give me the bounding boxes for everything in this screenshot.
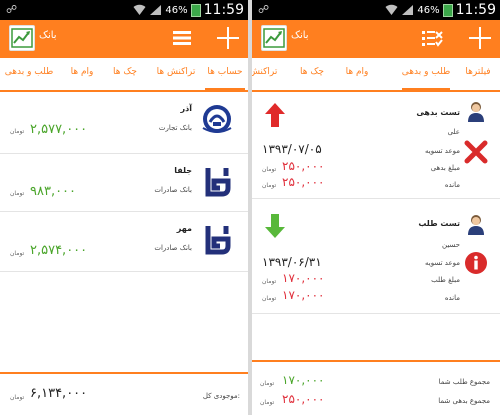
arrow-down-icon [265, 214, 285, 238]
checklist-icon [422, 31, 443, 47]
app-bar: بانک [0, 20, 248, 58]
total-label: موجودی کل: [202, 392, 240, 400]
remain-label: مانده [444, 181, 460, 189]
signal-icon [401, 4, 414, 16]
amount-label: مبلغ طلب [431, 276, 460, 284]
debt-total: ۲۵۰,۰۰۰ [282, 392, 325, 406]
list-icon [173, 31, 191, 45]
arrow-up-icon [265, 103, 285, 127]
total-unit: تومان [10, 394, 25, 401]
account-name: مهر [176, 224, 192, 233]
accounts-screen: ☍ 46% 11:59 بانک حساب ها تراکنش ها چک ها… [0, 0, 248, 415]
screens: ☍ 46% 11:59 بانک حساب ها تراکنش ها چک ها… [0, 0, 500, 415]
battery-percent: 46% [417, 4, 440, 16]
debt-item[interactable]: تست بدهی علی موعد تسویه ۱۳۹۳/۰۷/۰۵ مبلغ … [252, 92, 500, 199]
debt-item[interactable]: تست طلب حسین موعد تسویه ۱۳۹۳/۰۶/۳۱ مبلغ … [252, 199, 500, 314]
saderat-logo [201, 223, 233, 255]
item-title: تست بدهی [416, 108, 460, 117]
due-date: ۱۳۹۳/۰۷/۰۵ [262, 142, 322, 156]
debt-unit: تومان [260, 399, 275, 406]
account-balance: ۲,۵۷۴,۰۰۰ [30, 243, 88, 258]
amount-unit: تومان [262, 166, 277, 173]
bank-name: بانک صادرات [154, 244, 192, 252]
account-balance: ۲,۵۷۷,۰۰۰ [30, 122, 88, 137]
app-title: بانک [291, 30, 309, 41]
tab-checks[interactable]: چک ها [300, 67, 324, 77]
bank-name: بانک تجارت [158, 124, 192, 132]
amount-unit: تومان [10, 190, 25, 197]
add-button[interactable] [466, 24, 494, 52]
checklist-button[interactable] [418, 24, 446, 52]
wifi-icon [385, 4, 398, 16]
due-label: موعد تسویه [425, 147, 460, 155]
remain-amount: ۱۷۰,۰۰۰ [282, 288, 325, 302]
total-balance: ۶,۱۳۴,۰۰۰ [30, 386, 88, 401]
amount-unit: تومان [262, 278, 277, 285]
due-date: ۱۳۹۳/۰۶/۳۱ [262, 255, 322, 269]
tab-transactions[interactable]: تراکنش ها [157, 67, 196, 77]
battery-charging-icon [442, 3, 453, 17]
item-title: تست طلب [418, 219, 460, 228]
app-logo-chart-icon[interactable] [261, 25, 287, 51]
tab-bar: حساب ها تراکنش ها چک ها وام ها طلب و بده… [0, 58, 248, 92]
app-title: بانک [39, 30, 57, 41]
clock: 11:59 [455, 2, 496, 18]
clock: 11:59 [203, 2, 244, 18]
signal-icon [149, 4, 162, 16]
list-menu-button[interactable] [168, 24, 196, 52]
tab-debts[interactable]: طلب و بدهی [5, 67, 54, 77]
tab-debts[interactable]: طلب و بدهی [402, 67, 451, 77]
info-icon[interactable] [464, 251, 488, 275]
tab-accounts[interactable]: حساب ها [207, 67, 242, 77]
due-label: موعد تسویه [425, 259, 460, 267]
account-balance: ۹۸۳,۰۰۰ [30, 184, 77, 199]
tejarat-logo [202, 105, 232, 133]
person-icon [468, 102, 484, 122]
remain-label: مانده [444, 294, 460, 302]
x-mark-icon[interactable] [464, 140, 488, 164]
debts-screen: ☍ 46% 11:59 بانک فیلترها طلب و بدهی وام … [252, 0, 500, 415]
account-row[interactable]: جلفا بانک صادرات تومان ۹۸۳,۰۰۰ [0, 154, 248, 212]
status-bar: ☍ 46% 11:59 [0, 0, 248, 20]
app-logo-chart-icon[interactable] [9, 25, 35, 51]
account-name: آذر [180, 104, 192, 113]
account-row[interactable]: آذر بانک تجارت تومان ۲,۵۷۷,۰۰۰ [0, 92, 248, 154]
person-name: علی [447, 128, 460, 136]
tab-transactions[interactable]: تراکنش ها [252, 67, 277, 77]
debt-label: مجموع بدهی شما [438, 397, 490, 405]
app-bar: بانک [252, 20, 500, 58]
saderat-logo [201, 165, 233, 197]
amount-label: مبلغ بدهی [430, 164, 460, 172]
person-name: حسین [441, 241, 460, 249]
battery-percent: 46% [165, 4, 188, 16]
usb-icon: ☍ [258, 3, 270, 16]
receivable-label: مجموع طلب شما [438, 378, 490, 386]
tab-loans[interactable]: وام ها [346, 67, 369, 77]
totals-footer: مجموع طلب شما تومان ۱۷۰,۰۰۰ مجموع بدهی ش… [252, 360, 500, 415]
tab-filters[interactable]: فیلترها [465, 67, 490, 77]
account-row[interactable]: مهر بانک صادرات تومان ۲,۵۷۴,۰۰۰ [0, 212, 248, 272]
item-amount: ۱۷۰,۰۰۰ [282, 271, 325, 285]
item-amount: ۲۵۰,۰۰۰ [282, 159, 325, 173]
remain-amount: ۲۵۰,۰۰۰ [282, 175, 325, 189]
remain-unit: تومان [262, 295, 277, 302]
receivable-total: ۱۷۰,۰۰۰ [282, 373, 325, 387]
total-balance-footer: موجودی کل: تومان ۶,۱۳۴,۰۰۰ [0, 372, 248, 415]
tab-checks[interactable]: چک ها [113, 67, 137, 77]
receivable-unit: تومان [260, 380, 275, 387]
bank-name: بانک صادرات [154, 186, 192, 194]
person-icon [468, 215, 484, 235]
remain-unit: تومان [262, 182, 277, 189]
tab-bar: فیلترها طلب و بدهی وام ها چک ها تراکنش ه… [252, 58, 500, 92]
amount-unit: تومان [10, 250, 25, 257]
battery-charging-icon [190, 3, 201, 17]
add-button[interactable] [214, 24, 242, 52]
amount-unit: تومان [10, 128, 25, 135]
account-name: جلفا [174, 166, 192, 175]
usb-icon: ☍ [6, 3, 18, 16]
tab-loans[interactable]: وام ها [71, 67, 94, 77]
status-bar: ☍ 46% 11:59 [252, 0, 500, 20]
wifi-icon [133, 4, 146, 16]
